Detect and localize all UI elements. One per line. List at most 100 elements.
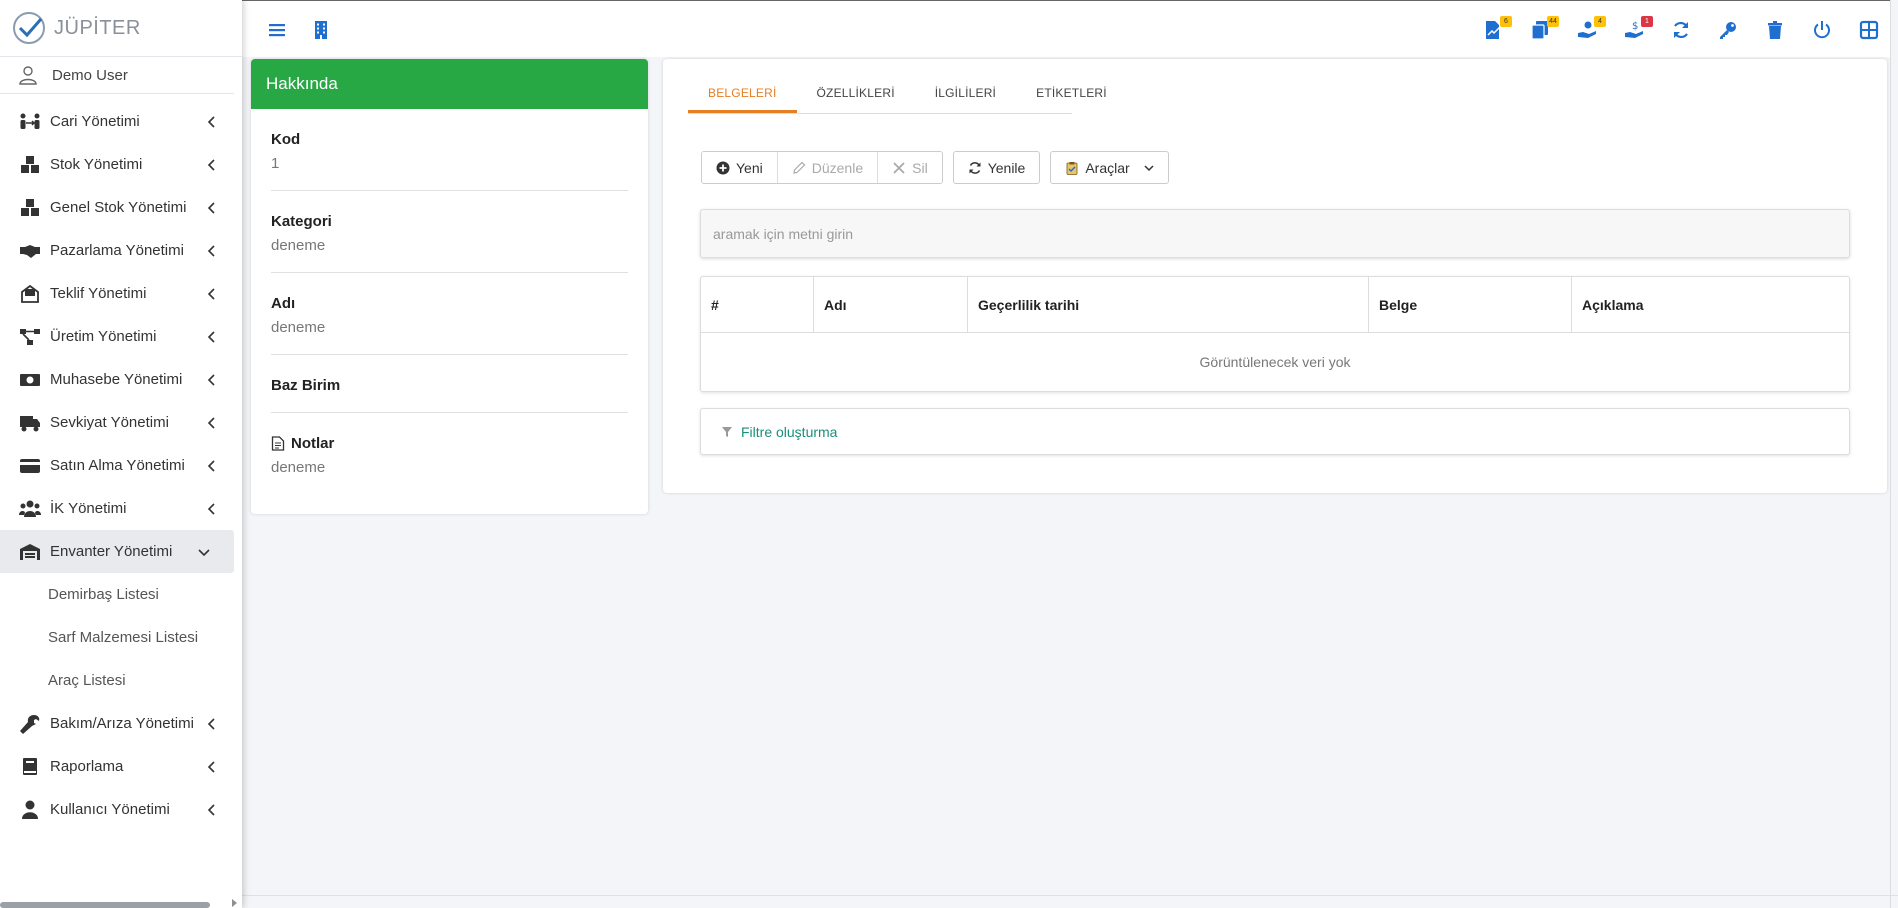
new-button[interactable]: Yeni (702, 152, 778, 183)
tools-button-label: Araçlar (1085, 159, 1130, 176)
sidebar-item-kullanici[interactable]: Kullanıcı Yönetimi (0, 788, 242, 831)
envelope-open-icon (18, 284, 42, 304)
notification-badge: 6 (1500, 16, 1512, 27)
sidebar-item-stok[interactable]: Stok Yönetimi (0, 143, 242, 186)
tab-ilgilileri[interactable]: İLGİLİLERİ (915, 86, 1016, 113)
sidebar-item-label: Cari Yönetimi (50, 113, 140, 130)
topbar: 6 44 4 $ 1 (242, 0, 1898, 57)
company-button[interactable] (310, 19, 332, 41)
about-card: Hakkında Kod 1 Kategori deneme Adı denem… (251, 59, 648, 514)
filter-builder-label: Filtre oluşturma (741, 423, 838, 440)
user-profile[interactable]: Demo User (0, 57, 234, 94)
sidebar-item-satin-alma[interactable]: Satın Alma Yönetimi (0, 444, 242, 487)
handshake-icon (18, 241, 42, 261)
chevron-left-icon (207, 502, 215, 515)
footer-divider (242, 895, 1898, 896)
chevron-left-icon (207, 373, 215, 386)
search-input[interactable]: aramak için metni girin (700, 209, 1850, 258)
jupiter-logo-icon (13, 12, 45, 44)
money-bill-icon (18, 370, 42, 390)
sidebar-item-genel-stok[interactable]: Genel Stok Yönetimi (0, 186, 242, 229)
sidebar-item-raporlama[interactable]: Raporlama (0, 745, 242, 788)
sidebar-item-pazarlama[interactable]: Pazarlama Yönetimi (0, 229, 242, 272)
delete-button-label: Sil (912, 159, 928, 176)
submenu-item-demirbas[interactable]: Demirbaş Listesi (0, 573, 242, 616)
field-kod: Kod 1 (271, 109, 628, 191)
sidebar-item-cari[interactable]: Cari Yönetimi (0, 100, 242, 143)
key-icon (1720, 22, 1736, 39)
sidebar-item-muhasebe[interactable]: Muhasebe Yönetimi (0, 358, 242, 401)
sidebar-item-uretim[interactable]: Üretim Yönetimi (0, 315, 242, 358)
tasks-button[interactable]: 6 (1482, 16, 1512, 41)
close-icon (893, 161, 905, 174)
field-label: Notlar (291, 435, 335, 452)
tools-dropdown-button[interactable]: Araçlar (1050, 151, 1169, 184)
column-header-name[interactable]: Adı (814, 277, 968, 332)
grid-empty-message: Görüntülenecek veri yok (1199, 354, 1351, 370)
svg-text:$: $ (1632, 21, 1638, 32)
user-name: Demo User (52, 66, 128, 84)
sidebar-item-bakim-ariza[interactable]: Bakım/Arıza Yönetimi (0, 702, 242, 745)
refresh-button[interactable] (1670, 19, 1692, 41)
column-header-description[interactable]: Açıklama (1572, 277, 1849, 332)
field-label: Adı (271, 295, 296, 312)
truck-icon (18, 413, 42, 433)
chevron-down-icon (1144, 164, 1154, 171)
field-notlar: Notlar deneme (271, 413, 628, 494)
filter-builder[interactable]: Filtre oluşturma (700, 408, 1850, 455)
chevron-left-icon (207, 158, 215, 171)
about-card-title: Hakkında (251, 59, 648, 109)
user-outline-icon (19, 66, 37, 85)
tab-ozellikleri[interactable]: ÖZELLİKLERİ (797, 86, 915, 113)
page-vertical-scrollbar[interactable] (1890, 0, 1898, 908)
logout-button[interactable] (1811, 19, 1833, 41)
new-button-label: Yeni (736, 159, 763, 176)
clear-cache-button[interactable] (1764, 19, 1786, 41)
brand[interactable]: JÜPİTER (0, 0, 242, 57)
edit-button-label: Düzenle (811, 159, 864, 176)
tab-etiketleri[interactable]: ETİKETLERİ (1016, 86, 1127, 113)
payments-button[interactable]: $ 1 (1623, 16, 1653, 41)
sidebar-item-ik[interactable]: İK Yönetimi (0, 487, 242, 530)
layout-button[interactable] (1858, 19, 1880, 41)
project-diagram-icon (18, 327, 42, 347)
field-adi: Adı deneme (271, 273, 628, 355)
pencil-icon (793, 161, 806, 174)
column-header-index[interactable]: # (701, 277, 814, 332)
hand-holding-button[interactable]: 4 (1576, 16, 1606, 41)
boxes-icon (18, 155, 42, 175)
submenu-item-sarf-malzemesi[interactable]: Sarf Malzemesi Listesi (0, 616, 242, 659)
documents-button[interactable]: 44 (1529, 16, 1559, 41)
column-header-document[interactable]: Belge (1369, 277, 1572, 332)
submenu-item-arac[interactable]: Araç Listesi (0, 659, 242, 702)
sidebar: JÜPİTER Demo User Cari Yönetimi Stok Yön… (0, 0, 242, 908)
building-icon (315, 21, 327, 39)
delete-button[interactable]: Sil (878, 152, 942, 183)
field-value: deneme (271, 319, 326, 336)
tab-belgeleri[interactable]: BELGELERİ (688, 86, 797, 113)
column-header-validity-date[interactable]: Geçerlilik tarihi (968, 277, 1369, 332)
field-label: Kod (271, 131, 301, 148)
scroll-right-arrow-icon[interactable] (232, 899, 237, 907)
chevron-left-icon (207, 330, 215, 343)
plus-circle-icon (716, 161, 730, 174)
hamburger-icon (269, 24, 285, 37)
user-icon (18, 800, 42, 820)
brand-name: JÜPİTER (54, 16, 141, 39)
menu-toggle-button[interactable] (266, 19, 288, 41)
change-password-button[interactable] (1717, 19, 1739, 41)
trash-icon (1768, 21, 1782, 39)
sidebar-item-envanter[interactable]: Envanter Yönetimi (0, 530, 234, 573)
sidebar-item-sevkiyat[interactable]: Sevkiyat Yönetimi (0, 401, 242, 444)
refresh-button-label: Yenile (987, 159, 1026, 176)
notification-badge: 44 (1547, 16, 1559, 27)
refresh-list-button[interactable]: Yenile (952, 151, 1041, 184)
sidebar-horizontal-scrollbar[interactable] (0, 902, 210, 908)
field-baz-birim: Baz Birim (271, 355, 628, 413)
sync-icon (969, 161, 981, 174)
edit-button[interactable]: Düzenle (777, 152, 879, 183)
chevron-left-icon (207, 760, 215, 773)
sidebar-item-teklif[interactable]: Teklif Yönetimi (0, 272, 242, 315)
clipboard-check-icon (1066, 161, 1078, 175)
toolbar: Yeni Düzenle Sil Yenile Araçlar (701, 151, 1169, 184)
